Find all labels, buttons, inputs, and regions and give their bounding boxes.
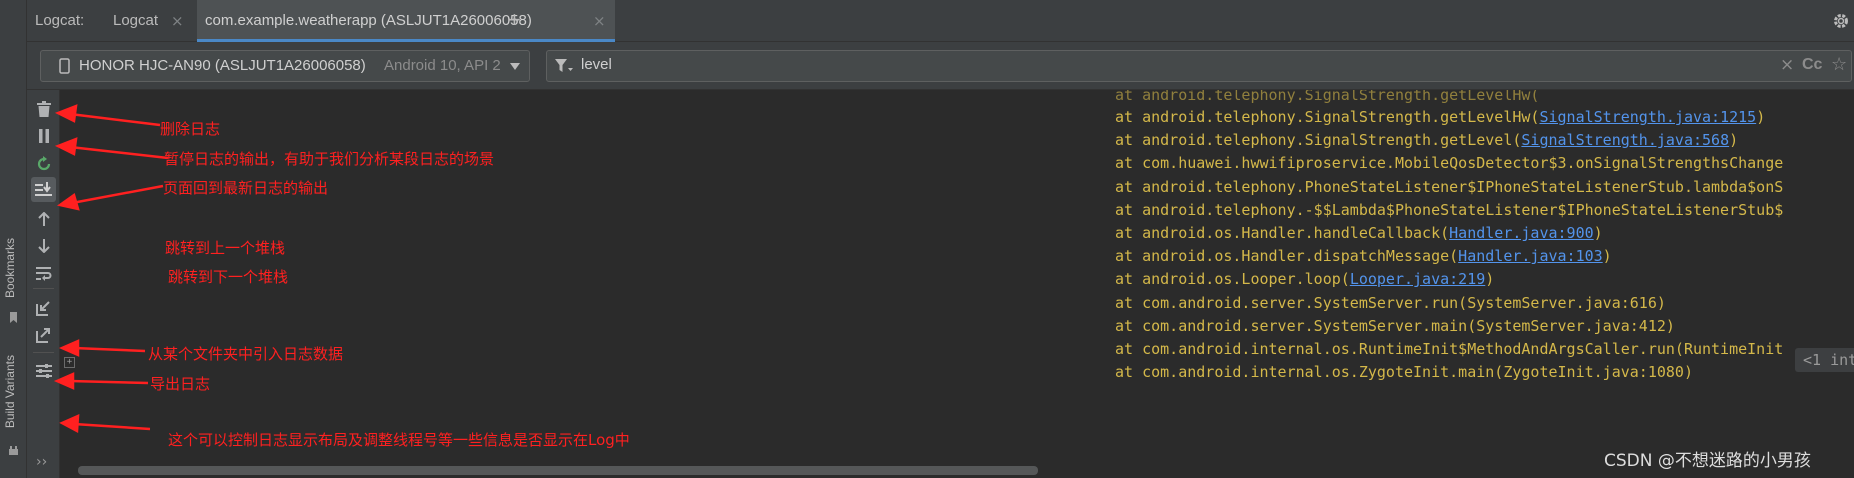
log-line: at android.telephony.-$$Lambda$PhoneStat… (1115, 199, 1783, 221)
device-name: HONOR HJC-AN90 (ASLJUT1A26006058) (79, 57, 366, 74)
chevron-down-icon (510, 63, 520, 70)
device-selector[interactable]: HONOR HJC-AN90 (ASLJUT1A26006058) Androi… (40, 50, 530, 82)
log-line-text: at android.os.Handler.handleCallback( (1115, 224, 1450, 242)
tab-weatherapp[interactable]: com.example.weatherapp (ASLJUT1A26006058… (197, 0, 615, 42)
gear-icon[interactable] (1832, 12, 1850, 30)
match-case-icon[interactable]: Cc (1802, 56, 1822, 74)
logcat-tool-column: ›› (27, 90, 60, 478)
filter-icon (555, 59, 573, 72)
log-line: at com.huawei.hwwifiproservice.MobileQos… (1115, 152, 1783, 174)
import-logs-button[interactable] (31, 296, 56, 321)
log-line-text: at com.android.server.SystemServer.main(… (1115, 316, 1675, 335)
side-tool-strip: Bookmarks Build Variants (0, 0, 27, 478)
filter-input[interactable]: level (581, 56, 612, 73)
tab-weatherapp-close-icon[interactable]: × (593, 12, 606, 30)
annotation-delete-log: 删除日志 (160, 120, 221, 138)
restart-button[interactable] (31, 151, 56, 176)
tool-divider (33, 352, 54, 353)
build-variants-tab[interactable]: Build Variants (3, 355, 17, 428)
log-line-text: at android.telephony.-$$Lambda$PhoneStat… (1115, 200, 1784, 219)
stack-trace-link[interactable]: Handler.java:103 (1458, 247, 1603, 265)
annotation-layout-control: 这个可以控制日志显示布局及调整线程号等一些信息是否显示在Log中 (168, 431, 630, 449)
annotation-import-log: 从某个文件夹中引入日志数据 (148, 345, 344, 363)
log-line-suffix: ) (1756, 108, 1766, 126)
bookmark-icon (10, 312, 17, 323)
fold-expand-icon[interactable]: + (64, 357, 75, 368)
device-api: Android 10, API 2 (384, 57, 501, 74)
logcat-format-settings-button[interactable] (31, 358, 56, 383)
log-line: at com.android.server.SystemServer.run(S… (1115, 292, 1666, 314)
bookmarks-tab[interactable]: Bookmarks (3, 238, 17, 298)
add-tab-icon[interactable]: + (508, 7, 521, 33)
log-line-text: at com.huawei.hwwifiproservice.MobileQos… (1115, 154, 1784, 173)
log-line: at com.android.internal.os.RuntimeInit$M… (1115, 338, 1783, 360)
logcat-panel-label: Logcat: (35, 12, 85, 29)
import-icon (36, 301, 50, 316)
log-output[interactable]: at android.telephony.SignalStrength.getL… (61, 90, 1854, 465)
log-line-suffix: ) (1729, 131, 1739, 150)
log-line-text: at android.telephony.SignalStrength.getL… (1115, 108, 1540, 126)
log-line-text: at android.os.Looper.loop( (1115, 270, 1350, 289)
annotation-export-log: 导出日志 (150, 375, 211, 393)
csdn-watermark: CSDN @不想迷路的小男孩 (1604, 451, 1811, 471)
scroll-to-end-icon (35, 182, 52, 196)
stack-trace-link[interactable]: Looper.java:219 (1350, 270, 1485, 288)
favorite-star-icon[interactable]: ☆ (1831, 54, 1847, 75)
pause-button[interactable] (31, 123, 56, 148)
log-line: at com.android.server.SystemServer.main(… (1115, 315, 1675, 337)
log-line: at com.android.internal.os.ZygoteInit.ma… (1115, 361, 1693, 383)
tab-logcat-close-icon[interactable]: × (171, 12, 184, 30)
arrow-down-icon (37, 238, 50, 253)
log-line-suffix: ) (1593, 224, 1603, 242)
log-line: at android.telephony.SignalStrength.getL… (1115, 106, 1765, 128)
scroll-to-end-button[interactable] (31, 177, 56, 202)
logcat-toolbar: HONOR HJC-AN90 (ASLJUT1A26006058) Androi… (27, 42, 1854, 90)
log-line-suffix: ) (1485, 270, 1495, 289)
clear-logcat-button[interactable] (31, 96, 56, 121)
pause-icon (38, 128, 49, 143)
annotation-next-stack: 跳转到下一个堆栈 (168, 268, 289, 286)
arrow-up-icon (37, 211, 50, 226)
log-line-text: at android.telephony.PhoneStateListener$… (1115, 177, 1784, 196)
log-line-partial: at android.telephony.SignalStrength.getL… (1115, 90, 1540, 104)
horizontal-scrollbar-thumb[interactable] (78, 466, 1038, 475)
log-line: at android.os.Handler.dispatchMessage(Ha… (1115, 245, 1612, 267)
clear-filter-icon[interactable]: × (1780, 55, 1794, 75)
export-logs-button[interactable] (31, 323, 56, 348)
stack-trace-link[interactable]: SignalStrength.java:568 (1521, 131, 1729, 149)
next-stack-button[interactable] (31, 233, 56, 258)
build-variants-icon (9, 446, 18, 455)
restart-icon (37, 155, 50, 170)
more-tools-icon[interactable]: ›› (36, 454, 47, 470)
settings-sliders-icon (35, 363, 52, 378)
log-line: at android.os.Handler.handleCallback(Han… (1115, 222, 1603, 244)
annotation-pause-output: 暂停日志的输出，有助于我们分析某段日志的场景 (164, 150, 495, 168)
tool-divider (33, 288, 54, 289)
phone-icon (59, 58, 70, 74)
tab-logcat[interactable]: Logcat (113, 12, 158, 29)
log-line-text: at android.telephony.SignalStrength.getL… (1115, 131, 1522, 150)
log-line: at android.telephony.PhoneStateListener$… (1115, 176, 1783, 198)
tab-weatherapp-label: com.example.weatherapp (ASLJUT1A26006058… (205, 12, 532, 29)
stack-trace-link[interactable]: Handler.java:900 (1449, 224, 1594, 242)
stack-trace-link[interactable]: SignalStrength.java:1215 (1539, 108, 1756, 126)
log-line-suffix: ) (1602, 247, 1612, 266)
annotation-prev-stack: 跳转到上一个堆栈 (165, 239, 286, 257)
log-line: at android.os.Looper.loop(Looper.java:21… (1115, 268, 1494, 290)
annotation-scroll-latest: 页面回到最新日志的输出 (163, 179, 329, 197)
log-line: at android.telephony.SignalStrength.getL… (1115, 129, 1738, 151)
log-line-text: at com.android.server.SystemServer.run(S… (1115, 293, 1666, 312)
soft-wrap-icon (35, 266, 51, 281)
log-line-text: at com.android.internal.os.RuntimeInit$M… (1115, 340, 1784, 358)
internal-frames-fold-badge[interactable]: <1 internal (1795, 348, 1854, 372)
log-line-text: at android.os.Handler.dispatchMessage( (1115, 247, 1459, 266)
filter-field[interactable]: level × Cc ☆ (546, 50, 1852, 82)
log-line-text: at com.android.internal.os.ZygoteInit.ma… (1115, 363, 1693, 382)
logcat-tab-bar: Logcat: Logcat × com.example.weatherapp … (27, 0, 1854, 42)
soft-wrap-button[interactable] (31, 261, 56, 286)
previous-stack-button[interactable] (31, 206, 56, 231)
export-icon (36, 328, 50, 343)
trash-icon (36, 100, 51, 117)
